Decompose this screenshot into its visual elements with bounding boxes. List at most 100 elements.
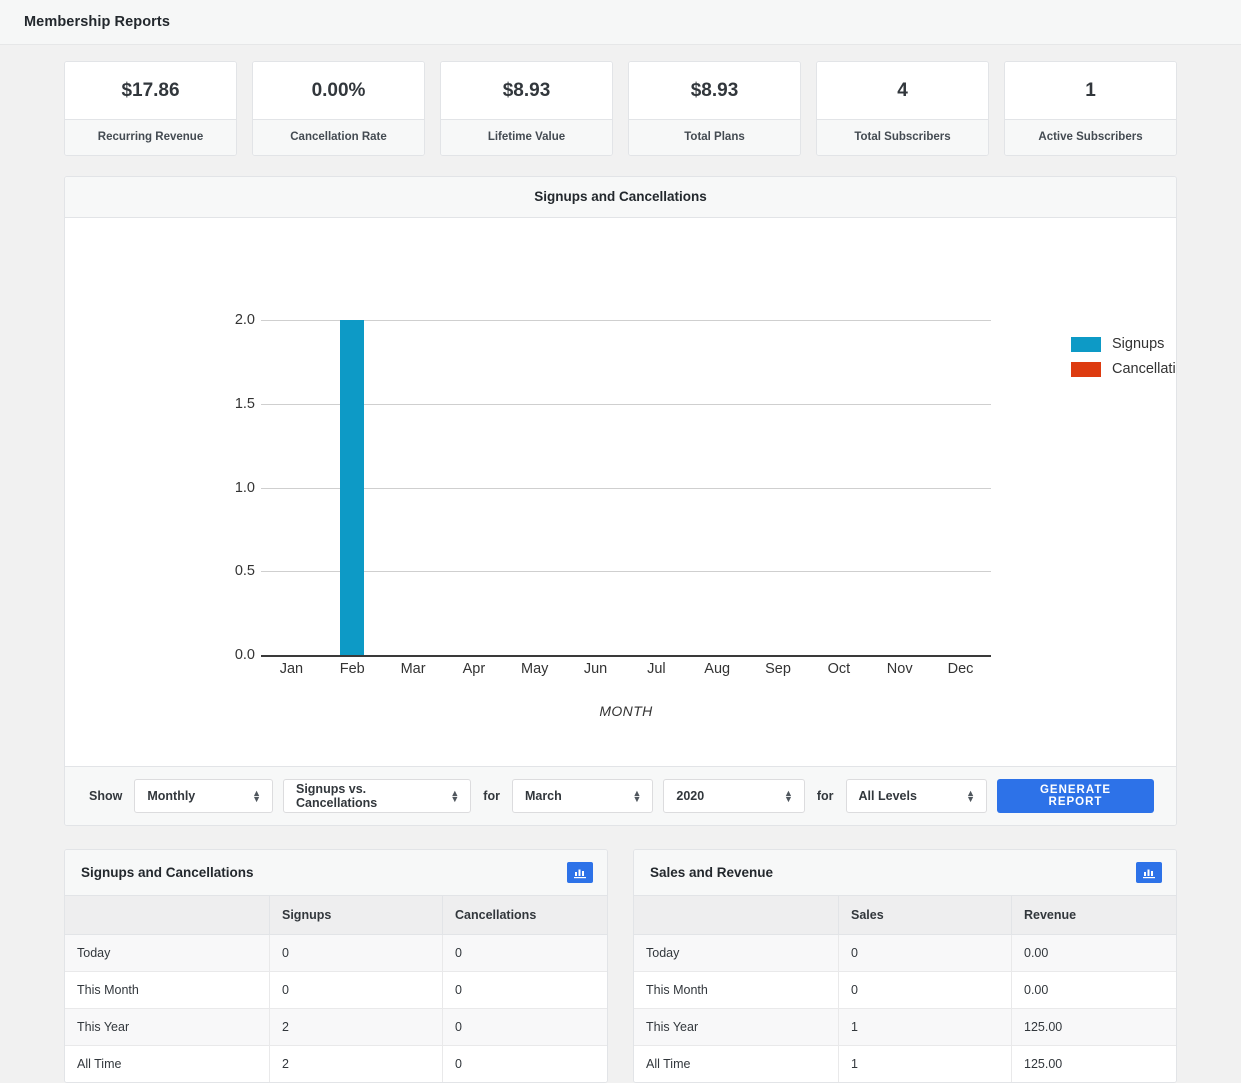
- chart-x-axis-title: MONTH: [599, 703, 653, 719]
- table-cell: 0: [442, 971, 607, 1009]
- table-cell: 125.00: [1011, 1008, 1176, 1046]
- table-cell: All Time: [65, 1045, 270, 1082]
- table-row: Today 0 0: [65, 934, 607, 972]
- chart-y-tick-label: 1.5: [234, 395, 255, 412]
- stats-row: $17.86 Recurring Revenue 0.00% Cancellation…: [0, 45, 1241, 156]
- table-header-row: Sales Revenue: [634, 896, 1176, 935]
- table-cell: 0.00: [1011, 971, 1176, 1009]
- stat-value: $17.86: [65, 62, 236, 119]
- chevron-updown-icon: ▲ ▼: [966, 788, 975, 804]
- stat-card: $8.93 Total Plans: [628, 61, 801, 156]
- year-select[interactable]: 2020 ▲ ▼: [663, 779, 805, 813]
- stat-label: Recurring Revenue: [65, 119, 236, 155]
- table-cell: 0: [838, 971, 1012, 1009]
- chart-bars: [261, 320, 991, 655]
- table-cell: This Month: [634, 971, 839, 1009]
- chart-legend-item[interactable]: Signups: [1071, 336, 1176, 352]
- chart-x-axis-line: [261, 655, 991, 657]
- table-cell: This Month: [65, 971, 270, 1009]
- month-select[interactable]: March ▲ ▼: [511, 779, 654, 813]
- chart-x-tick-label: Nov: [886, 661, 913, 677]
- chart-bar-group: [322, 320, 383, 655]
- table-cell: This Year: [65, 1008, 270, 1046]
- table-cell: 125.00: [1011, 1045, 1176, 1082]
- table-cell: This Year: [634, 1008, 839, 1046]
- table-cell: 1: [838, 1008, 1012, 1046]
- stat-card: 1 Active Subscribers: [1004, 61, 1177, 156]
- chart-bar-group: [748, 320, 809, 655]
- chart-bar-group: [626, 320, 687, 655]
- chart-card-title: Signups and Cancellations: [65, 177, 1176, 218]
- table-row: This Month 0 0.00: [634, 971, 1176, 1009]
- stat-card: $17.86 Recurring Revenue: [64, 61, 237, 156]
- table-row: This Year 1 125.00: [634, 1008, 1176, 1046]
- level-select-value: All Levels: [858, 789, 917, 803]
- stat-value: 4: [817, 62, 988, 119]
- stat-card: $8.93 Lifetime Value: [440, 61, 613, 156]
- chart-x-tick-label: Oct: [827, 661, 851, 677]
- table-cell: All Time: [634, 1045, 839, 1082]
- chart-bar-group: [869, 320, 930, 655]
- table-cell: 1: [838, 1045, 1012, 1082]
- table-column-header: Sales: [838, 896, 1012, 935]
- bar-chart-icon: [573, 869, 586, 878]
- chevron-updown-icon: ▲ ▼: [783, 788, 793, 804]
- summary-table-card: Signups and Cancellations Signups Cancella…: [64, 849, 608, 1083]
- table-cell: Today: [65, 934, 270, 972]
- level-select[interactable]: All Levels ▲ ▼: [845, 779, 987, 813]
- table-column-header: [65, 896, 270, 935]
- report-type-select-value: Signups vs. Cancellations: [295, 782, 378, 810]
- stat-label: Active Subscribers: [1005, 119, 1176, 155]
- chart-x-tick-label: Apr: [462, 661, 486, 677]
- period-select[interactable]: Monthly ▲ ▼: [134, 779, 273, 813]
- chart-x-tick-label: Jul: [647, 661, 666, 677]
- chart-bar-group: [383, 320, 444, 655]
- view-chart-button[interactable]: [1136, 862, 1162, 883]
- chevron-updown-icon: ▲ ▼: [632, 788, 642, 804]
- page-header: Membership Reports: [0, 0, 1241, 45]
- chart-y-tick-label: 1.0: [234, 479, 255, 496]
- summary-table-card: Sales and Revenue Sales Revenue Today 0 0.00 T…: [633, 849, 1177, 1083]
- stat-label: Total Subscribers: [817, 119, 988, 155]
- summary-table-header: Sales and Revenue: [634, 850, 1176, 896]
- legend-swatch-icon: [1071, 361, 1101, 377]
- legend-label: Cancellations: [1112, 361, 1176, 377]
- summary-table-header: Signups and Cancellations: [65, 850, 607, 896]
- chart-bar-group: [687, 320, 748, 655]
- table-cell: 0: [269, 934, 443, 972]
- legend-label: Signups: [1112, 336, 1165, 352]
- chart-y-tick-label: 2.0: [234, 312, 255, 328]
- chart-bar-signups: [340, 320, 365, 655]
- chart-x-tick-label: Jun: [583, 661, 608, 677]
- chart-bar-group: [504, 320, 565, 655]
- chart-legend: Signups Cancellations: [1071, 336, 1176, 386]
- table-header-row: Signups Cancellations: [65, 896, 607, 935]
- chart-legend-item[interactable]: Cancellations: [1071, 361, 1176, 377]
- table-cell: 0: [442, 934, 607, 972]
- chevron-updown-icon: ▲ ▼: [252, 788, 261, 804]
- generate-report-button[interactable]: GENERATE REPORT: [996, 779, 1155, 813]
- for-label-2: for: [816, 789, 834, 803]
- table-column-header: Signups: [269, 896, 443, 935]
- table-cell: 2: [269, 1008, 443, 1046]
- chart-x-tick-label: Jan: [279, 661, 304, 677]
- stat-value: 0.00%: [253, 62, 424, 119]
- stat-label: Cancellation Rate: [253, 119, 424, 155]
- table-row: All Time 1 125.00: [634, 1045, 1176, 1082]
- view-chart-button[interactable]: [567, 862, 593, 883]
- stat-label: Total Plans: [629, 119, 800, 155]
- stat-value: 1: [1005, 62, 1176, 119]
- chart-bar-group: [808, 320, 869, 655]
- stat-value: $8.93: [441, 62, 612, 119]
- chart-card: Signups and Cancellations 2.0 1.5 1.0 0.5 0.…: [64, 176, 1177, 826]
- chart-y-tick-label: 0.0: [234, 647, 255, 663]
- chart-x-tick-label: Mar: [400, 661, 426, 677]
- table-cell: 0.00: [1011, 934, 1176, 972]
- bar-chart-icon: [1142, 869, 1155, 878]
- chart-x-tick-label: May: [521, 661, 549, 677]
- chart-x-tick-label: Sep: [765, 661, 791, 677]
- summary-table: Signups Cancellations Today 0 0 This Month 0 0 T…: [65, 896, 607, 1082]
- table-cell: Today: [634, 934, 839, 972]
- chart-y-tick-label: 0.5: [234, 563, 255, 580]
- report-type-select[interactable]: Signups vs. Cancellations ▲ ▼: [282, 779, 472, 813]
